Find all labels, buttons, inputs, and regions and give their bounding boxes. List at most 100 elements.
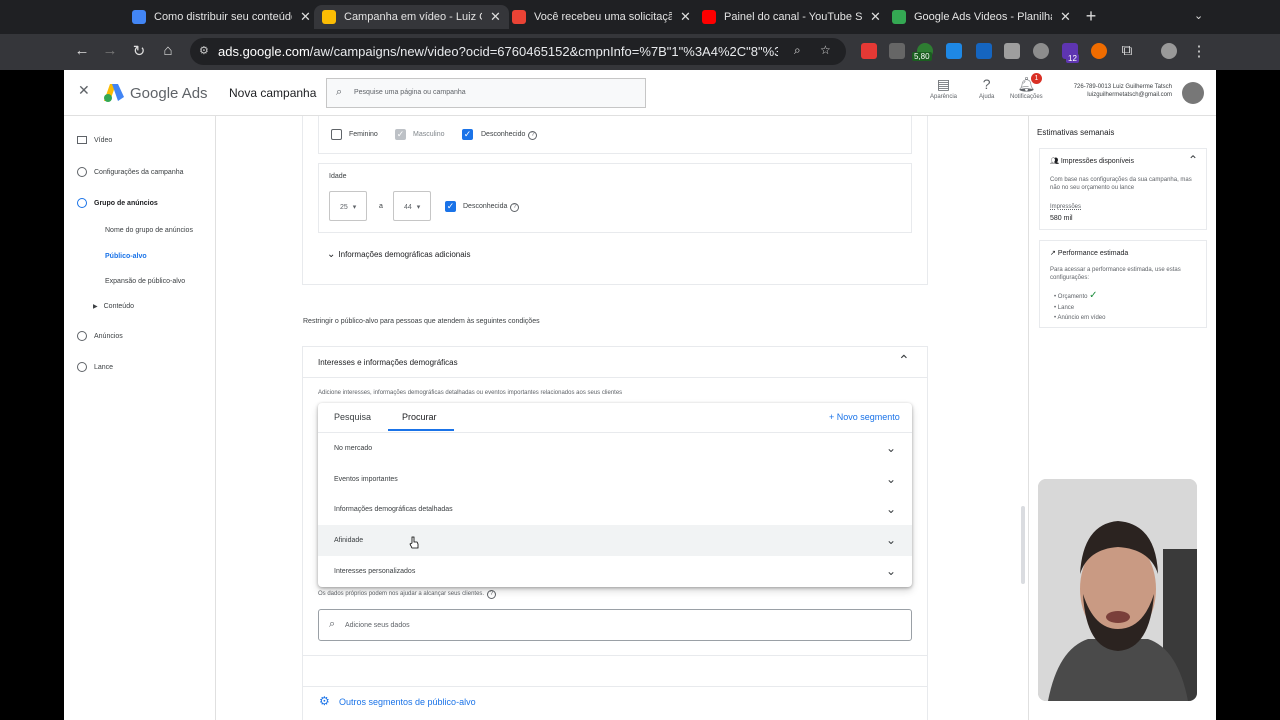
age-to-select[interactable]: 44 ▾ — [393, 191, 431, 221]
help-circle-icon[interactable]: ? — [487, 590, 497, 599]
other-segments-link[interactable]: Outros segmentos de público-alvo — [339, 697, 476, 707]
close-icon[interactable]: ✕ — [78, 82, 90, 99]
extensions-puzzle-icon[interactable]: ⧉ — [1117, 42, 1137, 59]
extension-icon[interactable] — [889, 43, 905, 59]
new-tab-button[interactable]: + — [1082, 7, 1100, 25]
extension-icon[interactable] — [946, 43, 962, 59]
browser-tab-bar: Como distribuir seu conteúdo ✕ Campanha … — [0, 0, 1280, 34]
url-path: /aw/campaigns/new/video?ocid=6760465152&… — [309, 44, 778, 59]
back-arrow-icon[interactable]: ← — [72, 42, 92, 59]
browser-tab[interactable]: Painel do canal - YouTube Stu ✕ — [694, 5, 889, 29]
browser-tab[interactable]: Você recebeu uma solicitação ✕ — [504, 5, 699, 29]
home-icon[interactable]: ⌂ — [158, 42, 178, 59]
nav-item-audience-expansion[interactable]: Expansão de público-alvo — [105, 278, 185, 285]
first-party-note: Os dados próprios podem nos ajudar a alc… — [318, 591, 485, 597]
segment-browse-popup: Pesquisa Procurar + Novo segmento No mer… — [318, 403, 912, 587]
search-icon: ⌕ — [329, 618, 336, 630]
list-item[interactable]: Interesses personalizados ⌄ — [318, 556, 912, 587]
step-circle-icon — [77, 362, 87, 372]
unknown-gender-checkbox[interactable]: ✓ — [462, 129, 473, 140]
help-button[interactable]: ? Ajuda — [979, 76, 994, 100]
male-label: Masculino — [413, 131, 445, 138]
address-bar[interactable]: ⚙ ads.google.com/aw/campaigns/new/video?… — [190, 38, 846, 65]
unknown-gender-label: Desconhecido — [481, 131, 526, 138]
trend-icon: ↗ — [1050, 250, 1056, 257]
profile-avatar[interactable] — [1161, 43, 1177, 59]
kebab-menu-icon[interactable]: ⋮ — [1189, 42, 1209, 60]
help-circle-icon[interactable]: ? — [510, 203, 520, 212]
search-input[interactable]: ⌕ Pesquise uma página ou campanha — [326, 78, 646, 108]
chevron-down-icon: ⌄ — [886, 441, 897, 455]
extension-badge: 12 — [1066, 54, 1079, 63]
list-item[interactable]: Informações demográficas detalhadas ⌄ — [318, 494, 912, 525]
impressions-value: 580 mil — [1050, 215, 1073, 222]
first-party-data-input[interactable]: ⌕ Adicione seus dados — [318, 609, 912, 641]
chevron-up-icon[interactable]: ⌃ — [1188, 153, 1198, 167]
divider — [302, 377, 928, 378]
appearance-button[interactable]: ▤ Aparência — [930, 76, 957, 100]
caret-right-icon: ▶ — [93, 304, 98, 310]
youtube-favicon-icon — [702, 10, 716, 24]
close-icon[interactable]: ✕ — [300, 9, 311, 25]
age-label: Idade — [329, 173, 347, 180]
browser-toolbar: ← → ↻ ⌂ ⚙ ads.google.com/aw/campaigns/ne… — [0, 34, 1280, 70]
extension-icon[interactable] — [1033, 43, 1049, 59]
nav-item-video[interactable]: Vídeo — [77, 136, 112, 144]
impressions-title: Impressões disponíveis — [1060, 158, 1134, 165]
browser-tab-active[interactable]: Campanha em vídeo - Luiz G ✕ — [314, 5, 509, 29]
close-icon[interactable]: ✕ — [1060, 9, 1071, 25]
close-icon[interactable]: ✕ — [680, 9, 691, 25]
zoom-search-icon[interactable]: ⌕ — [794, 43, 801, 58]
chevron-down-icon: ⌄ — [886, 533, 897, 547]
browser-tab[interactable]: Google Ads Videos - Planilha ✕ — [884, 5, 1079, 29]
gender-card — [318, 116, 912, 154]
reload-icon[interactable]: ↻ — [129, 42, 149, 60]
extension-icon[interactable] — [1004, 43, 1020, 59]
hand-cursor-icon — [409, 536, 419, 549]
site-info-icon[interactable]: ⚙ — [199, 44, 209, 57]
account-info[interactable]: 726-789-0013 Luiz Guilherme Tatsch luizg… — [1066, 83, 1172, 99]
appearance-icon: ▤ — [936, 76, 951, 92]
extension-icon[interactable] — [1091, 43, 1107, 59]
unknown-age-checkbox[interactable]: ✓ — [445, 201, 456, 212]
help-icon: ? — [982, 76, 991, 92]
extension-icon[interactable] — [861, 43, 877, 59]
list-item-hovered[interactable]: Afinidade ⌄ — [318, 525, 912, 556]
list-item: • Lance — [1054, 305, 1075, 311]
notification-count-badge: 1 — [1031, 73, 1042, 84]
nav-item-ads[interactable]: Anúncios — [77, 331, 123, 341]
bookmark-star-icon[interactable]: ☆ — [820, 43, 831, 57]
chevron-up-icon[interactable]: ⌃ — [898, 352, 910, 369]
tab-browse[interactable]: Procurar — [402, 412, 437, 422]
help-circle-icon[interactable]: ? — [528, 131, 538, 140]
tab-search[interactable]: Pesquisa — [334, 412, 371, 422]
google-ads-favicon-icon — [322, 10, 336, 24]
nav-item-audience[interactable]: Público-alvo — [105, 253, 147, 260]
close-icon[interactable]: ✕ — [870, 9, 881, 25]
list-item[interactable]: No mercado ⌄ — [318, 433, 912, 464]
nav-item-ad-group[interactable]: Grupo de anúncios — [77, 198, 158, 208]
ads-top-bar: ✕ Google Ads Nova campanha ⌕ Pesquise um… — [64, 70, 1216, 116]
docs-favicon-icon — [132, 10, 146, 24]
nav-item-campaign-settings[interactable]: Configurações da campanha — [77, 167, 184, 177]
additional-demographics-toggle[interactable]: ⌄ Informações demográficas adicionais — [327, 249, 470, 260]
browser-tab[interactable]: Como distribuir seu conteúdo ✕ — [124, 5, 319, 29]
product-name: Google Ads — [130, 85, 208, 102]
scrollbar[interactable] — [1021, 506, 1025, 584]
close-icon[interactable]: ✕ — [490, 9, 501, 25]
male-checkbox[interactable]: ✓ — [395, 129, 406, 140]
extension-icon[interactable] — [976, 43, 992, 59]
age-from-select[interactable]: 25 ▾ — [329, 191, 367, 221]
tab-search-chevron-icon[interactable]: ⌄ — [1194, 9, 1203, 22]
nav-item-content[interactable]: ▶ Conteúdo — [93, 303, 134, 310]
impressions-description: Com base nas configurações da sua campan… — [1050, 177, 1192, 191]
search-placeholder: Pesquise uma página ou campanha — [354, 89, 466, 96]
list-item[interactable]: Eventos importantes ⌄ — [318, 464, 912, 495]
female-checkbox[interactable] — [331, 129, 342, 140]
nav-item-bid[interactable]: Lance — [77, 362, 113, 372]
nav-item-ad-group-name[interactable]: Nome do grupo de anúncios — [105, 227, 193, 234]
forward-arrow-icon[interactable]: → — [100, 42, 120, 59]
sheets-favicon-icon — [892, 10, 906, 24]
avatar[interactable] — [1182, 82, 1204, 104]
new-segment-button[interactable]: + Novo segmento — [829, 412, 900, 422]
